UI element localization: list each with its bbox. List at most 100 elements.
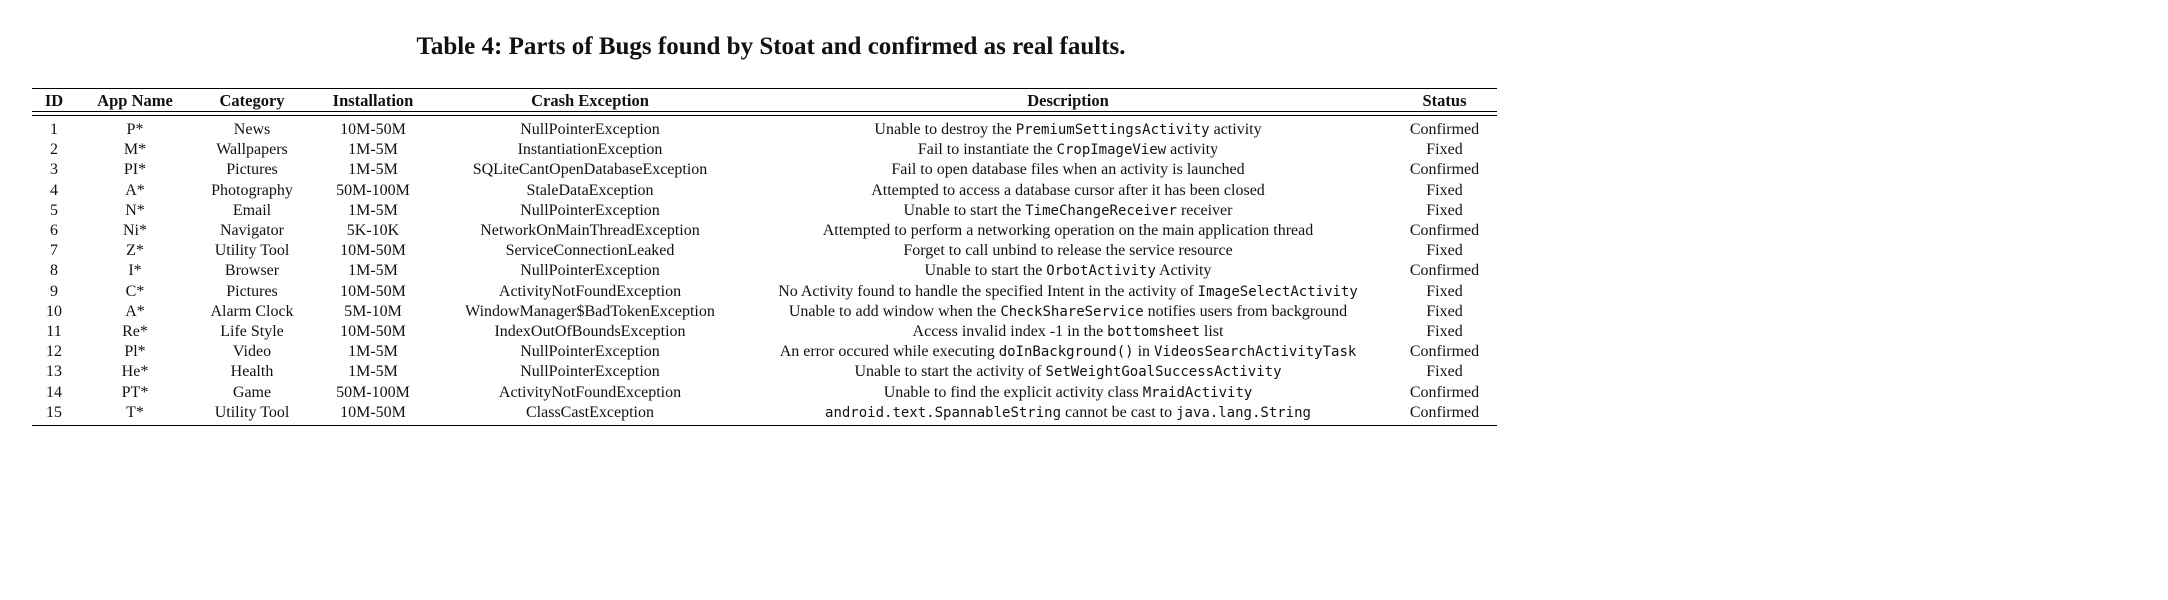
- cell-id: 15: [32, 402, 76, 426]
- cell-description: Forget to call unbind to release the ser…: [744, 241, 1392, 261]
- cell-description: Unable to start the OrbotActivity Activi…: [744, 261, 1392, 281]
- cell-id: 10: [46, 302, 62, 320]
- cell-status: Confirmed: [1392, 402, 1497, 426]
- cell-installation: 50M-100M: [336, 181, 410, 199]
- header-app-name: App Name: [76, 88, 194, 112]
- cell-app-name: A*: [125, 302, 145, 320]
- cell-status: Fixed: [1426, 141, 1463, 159]
- table-row: 15 T* Utility Tool 10M-50M ClassCastExceptio…: [32, 402, 1497, 426]
- cell-installation: 1M-5M: [348, 363, 398, 381]
- cell-description: Unable to find the explicit activity cla…: [744, 382, 1392, 402]
- cell-id: 9: [50, 282, 58, 300]
- table-row: 13 He* Health 1M-5M NullPointerException Unab…: [32, 362, 1497, 382]
- cell-app-name: Z*: [126, 242, 144, 260]
- cell-crash-exception: NetworkOnMainThreadException: [480, 222, 700, 240]
- cell-status: Fixed: [1426, 302, 1463, 320]
- text-fragment: Unable to start the: [924, 262, 1047, 280]
- text-fragment: activity: [1209, 121, 1262, 139]
- table-row: 12 Pl* Video 1M-5M NullPointerException An er…: [32, 342, 1497, 362]
- cell-app-name: I*: [128, 262, 142, 280]
- text-fragment: Activity: [1155, 262, 1212, 280]
- header-installation: Installation: [310, 88, 436, 112]
- text-fragment: Unable to destroy the: [874, 121, 1016, 139]
- cell-installation: 10M-50M: [310, 402, 436, 426]
- cell-status: Confirmed: [1409, 121, 1480, 139]
- cell-crash-exception: NullPointerException: [520, 121, 660, 139]
- table-body: 1 P* News 10M-50M NullPointerException Unable…: [32, 116, 1497, 426]
- cell-id: 5: [50, 201, 58, 219]
- text-fragment: No Activity found to handle the specifie…: [778, 282, 1198, 300]
- cell-id: 14: [46, 383, 62, 401]
- text-fragment: Unable to add window when the: [788, 302, 1001, 320]
- cell-id: 2: [50, 141, 58, 159]
- cell-category: News: [233, 121, 271, 139]
- text-fragment: An error occured while executing: [779, 343, 999, 361]
- cell-crash-exception: ClassCastException: [436, 402, 744, 426]
- cell-category: Browser: [224, 262, 280, 280]
- cell-installation: 5M-10M: [344, 302, 402, 320]
- code-fragment: TimeChangeReceiver: [1025, 202, 1177, 219]
- cell-status: Fixed: [1426, 181, 1463, 199]
- cell-crash-exception: InstantiationException: [517, 141, 663, 159]
- text-fragment: list: [1199, 322, 1224, 340]
- code-fragment: SetWeightGoalSuccessActivity: [1045, 364, 1282, 381]
- code-fragment: bottomsheet: [1107, 323, 1200, 340]
- cell-status: Confirmed: [1409, 343, 1480, 361]
- cell-category: Game: [232, 383, 272, 401]
- cell-description: android.text.SpannableString cannot be c…: [744, 402, 1392, 426]
- cell-category: Life Style: [220, 322, 284, 340]
- cell-app-name: T*: [76, 402, 194, 426]
- cell-description: Access invalid index -1 in the bottomshe…: [744, 322, 1392, 342]
- code-fragment: java.lang.String: [1176, 404, 1311, 421]
- cell-app-name: P*: [126, 121, 144, 139]
- cell-installation: 1M-5M: [348, 161, 398, 179]
- cell-category: Wallpapers: [216, 141, 288, 159]
- text-fragment: cannot be cast to: [1061, 403, 1177, 421]
- cell-installation: 10M-50M: [340, 322, 406, 340]
- table-caption: Table 4: Parts of Bugs found by Stoat an…: [416, 33, 1126, 60]
- cell-status: Fixed: [1426, 201, 1463, 219]
- header-category: Category: [194, 88, 310, 112]
- cell-crash-exception: NullPointerException: [520, 343, 660, 361]
- code-fragment: CropImageView: [1056, 142, 1167, 159]
- cell-category: Pictures: [226, 282, 278, 300]
- cell-category: Pictures: [226, 161, 278, 179]
- text-fragment: receiver: [1176, 201, 1233, 219]
- text-fragment: Forget to call unbind to release the ser…: [903, 242, 1233, 260]
- cell-description: An error occured while executing doInBac…: [744, 342, 1392, 362]
- cell-description: Unable to start the activity of SetWeigh…: [744, 362, 1392, 382]
- cell-id: 11: [46, 322, 62, 340]
- cell-crash-exception: NullPointerException: [520, 262, 660, 280]
- cell-app-name: PI*: [123, 161, 147, 179]
- code-fragment: PremiumSettingsActivity: [1015, 122, 1210, 139]
- text-fragment: Fail to open database files when an acti…: [891, 161, 1245, 179]
- cell-app-name: M*: [123, 141, 147, 159]
- cell-app-name: C*: [125, 282, 145, 300]
- table-row: 2 M* Wallpapers 1M-5M InstantiationException…: [32, 140, 1497, 160]
- cell-installation: 1M-5M: [348, 201, 398, 219]
- cell-crash-exception: IndexOutOfBoundsException: [494, 322, 686, 340]
- cell-id: 7: [50, 242, 58, 260]
- cell-installation: 1M-5M: [348, 262, 398, 280]
- cell-category: Utility Tool: [194, 402, 310, 426]
- cell-crash-exception: WindowManager$BadTokenException: [465, 302, 715, 320]
- text-fragment: Attempted to perform a networking operat…: [822, 222, 1314, 240]
- table-row: 5 N* Email 1M-5M NullPointerException Unable …: [32, 201, 1497, 221]
- cell-status: Fixed: [1426, 363, 1463, 381]
- text-fragment: notifies users from background: [1143, 302, 1348, 320]
- cell-description: No Activity found to handle the specifie…: [744, 282, 1392, 302]
- cell-id: 6: [50, 222, 58, 240]
- code-fragment: ImageSelectActivity: [1197, 283, 1358, 300]
- header-row: ID App Name Category Installation Crash …: [32, 88, 1497, 112]
- cell-status: Fixed: [1426, 322, 1463, 340]
- text-fragment: activity: [1166, 141, 1219, 159]
- table-row: 10 A* Alarm Clock 5M-10M WindowManager$BadTo…: [32, 302, 1497, 322]
- text-fragment: Access invalid index -1 in the: [912, 322, 1108, 340]
- cell-id: 8: [50, 262, 58, 280]
- table-row: 3 PI* Pictures 1M-5M SQLiteCantOpenDatabaseE…: [32, 160, 1497, 180]
- cell-status: Fixed: [1426, 242, 1463, 260]
- bug-table: ID App Name Category Installation Crash …: [32, 88, 1497, 426]
- cell-description: Attempted to access a database cursor af…: [744, 181, 1392, 201]
- cell-description: Unable to destroy the PremiumSettingsAct…: [744, 116, 1392, 141]
- cell-app-name: Pl*: [124, 343, 146, 361]
